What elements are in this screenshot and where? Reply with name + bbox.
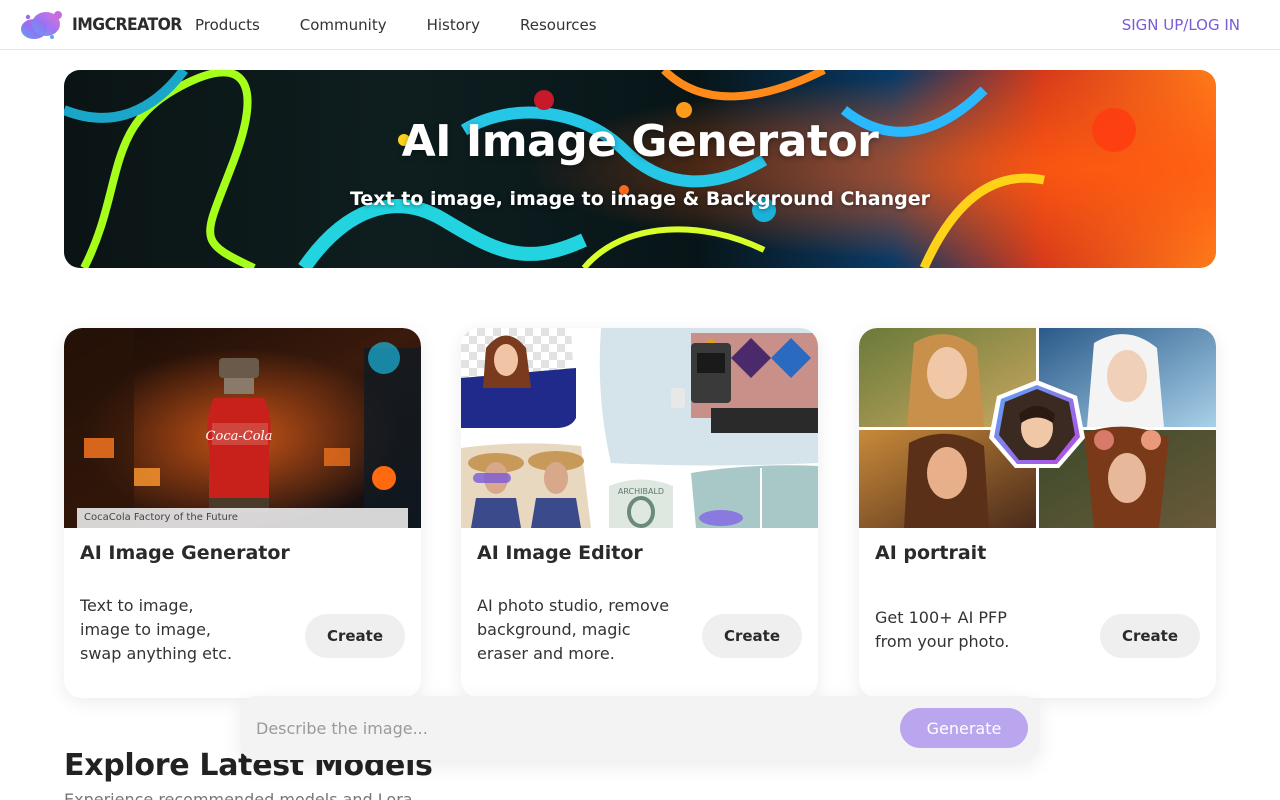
prompt-bar: Generate (240, 696, 1040, 760)
nav-products[interactable]: Products (195, 16, 260, 34)
svg-text:Coca-Cola: Coca-Cola (206, 429, 273, 444)
explore-section-subtitle: Experience recommended models and Lora (64, 790, 413, 800)
hero-banner (64, 70, 1216, 268)
main-nav: Products Community History Resources (195, 16, 597, 34)
card-title: AI Image Editor (477, 542, 643, 564)
top-header: IMGCREATOR Products Community History Re… (0, 0, 1280, 50)
card-description: Get 100+ AI PFP from your photo. (875, 608, 1010, 651)
describe-image-input[interactable] (256, 708, 886, 748)
nav-resources[interactable]: Resources (520, 16, 597, 34)
card-image: ARCHIBALD (461, 328, 818, 528)
hero-title: AI Image Generator (401, 116, 879, 167)
logo-blob-icon (21, 11, 62, 39)
generate-button[interactable]: Generate (900, 708, 1028, 748)
card-description: Text to image, image to image, swap anyt… (80, 596, 233, 663)
create-button[interactable]: Create (1100, 614, 1200, 658)
card-image (859, 328, 1216, 528)
hero-background-image (64, 70, 1216, 268)
card-image: Coca-Cola CocaCola Factory of the Future (64, 328, 421, 528)
portrait-grid-image (859, 328, 1216, 528)
logo[interactable]: IMGCREATOR (20, 9, 191, 41)
nav-history[interactable]: History (427, 16, 480, 34)
card-title: AI portrait (875, 542, 987, 564)
create-button[interactable]: Create (702, 614, 802, 658)
archibald-label: ARCHIBALD (618, 487, 664, 496)
card-ai-image-generator[interactable]: Coca-Cola CocaCola Factory of the Future… (64, 328, 421, 698)
editor-collage-image: ARCHIBALD (461, 328, 818, 528)
create-button[interactable]: Create (305, 614, 405, 658)
card-description: AI photo studio, remove background, magi… (477, 596, 670, 663)
card-ai-portrait[interactable]: AI portrait Get 100+ AI PFP from your ph… (859, 328, 1216, 698)
nav-community[interactable]: Community (300, 16, 387, 34)
card-title: AI Image Generator (80, 542, 290, 564)
bottle-factory-image: Coca-Cola (64, 328, 421, 528)
image-caption: CocaCola Factory of the Future (77, 508, 408, 528)
card-ai-image-editor[interactable]: ARCHIBALD AI Image Editor AI photo studi… (461, 328, 818, 698)
signup-login-link[interactable]: SIGN UP/LOG IN (1122, 16, 1240, 34)
logo-text: IMGCREATOR (72, 15, 182, 35)
hero-subtitle: Text to image, image to image & Backgrou… (349, 188, 931, 210)
